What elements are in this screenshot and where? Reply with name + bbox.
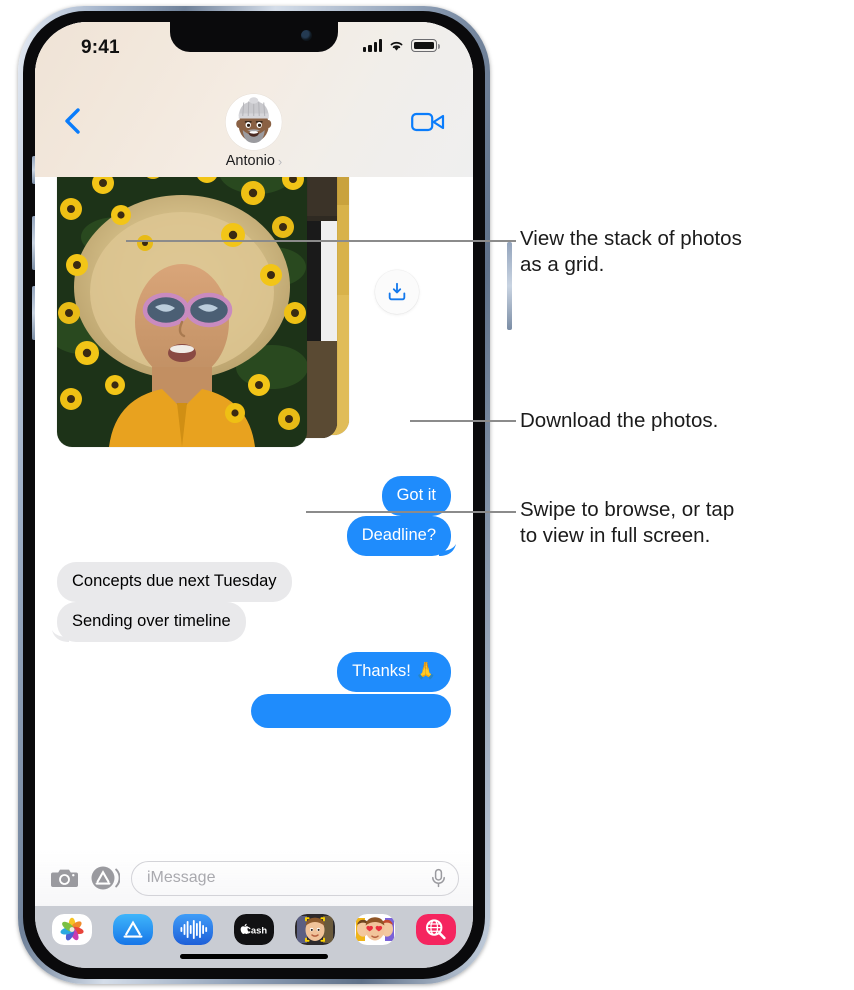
back-button[interactable] (60, 106, 86, 136)
callout-3-line-1: Swipe to browse, or tap (520, 498, 735, 521)
imessage-input[interactable]: iMessage (131, 860, 459, 896)
message-text: Thanks! 🙏 (352, 662, 436, 680)
download-to-tray-icon (388, 282, 406, 301)
iphone-device-frame: The client sent these over 4 Photos (18, 6, 512, 984)
message-text: Concepts due next Tuesday (72, 572, 277, 590)
facetime-button[interactable] (411, 110, 445, 134)
avatar (226, 94, 282, 150)
audio-message-app-icon[interactable] (173, 914, 214, 945)
message-bubble-partial-bottom[interactable] (251, 694, 451, 728)
message-bubble-outgoing[interactable]: Got it (381, 476, 451, 516)
contact-name-row: Antonio › (226, 153, 283, 169)
bubble-tail-icon (52, 629, 69, 642)
app-store-app-icon[interactable] (112, 914, 153, 945)
callout-1-line-1: View the stack of photos (520, 227, 742, 250)
message-text: Sending over timeline (72, 612, 231, 630)
callout-leader-line-1 (126, 240, 516, 242)
device-bezel: The client sent these over 4 Photos (23, 11, 485, 979)
memoji-avatar (226, 94, 282, 150)
callout-3-line-2: to view in full screen. (520, 524, 711, 548)
message-bubble-incoming[interactable]: Sending over timeline (52, 602, 246, 642)
chevron-right-icon: › (277, 153, 283, 169)
callout-leader-line-2 (410, 420, 516, 422)
message-text: Deadline? (361, 526, 436, 544)
photos-app-icon[interactable] (52, 914, 92, 945)
video-camera-icon (411, 112, 445, 132)
microphone-icon[interactable] (431, 868, 446, 888)
home-indicator (180, 954, 328, 959)
callout-1-line-2: as a grid. (520, 253, 605, 277)
memoji-stickers-app-icon[interactable] (355, 914, 396, 945)
message-text: Got it (396, 486, 436, 504)
message-bubble-outgoing[interactable]: Deadline? (346, 516, 456, 556)
callout-2-line-1: Download the photos. (520, 409, 719, 432)
callout-1: View the stack of photos as a grid. (520, 226, 850, 278)
contact-name: Antonio (225, 153, 275, 169)
callout-leader-line-3 (306, 511, 516, 513)
images-search-app-icon[interactable] (415, 914, 456, 945)
bubble-tail-icon (439, 543, 456, 556)
imessage-apps-button[interactable] (90, 863, 120, 893)
imessage-placeholder: iMessage (147, 869, 216, 886)
callout-2: Download the photos. (520, 408, 850, 434)
camera-button[interactable] (49, 863, 79, 893)
app-store-imessage-icon (91, 866, 120, 890)
device-screen: The client sent these over 4 Photos (35, 22, 473, 968)
message-bubble-incoming[interactable]: Concepts due next Tuesday (57, 562, 292, 602)
contact-details-button[interactable]: Antonio › (226, 94, 283, 169)
front-camera-icon (301, 30, 312, 41)
svg-text:Cash: Cash (244, 924, 267, 935)
callout-3: Swipe to browse, or tap to view in full … (520, 497, 854, 549)
message-bubble-outgoing[interactable]: Thanks! 🙏 (337, 652, 451, 692)
side-power-button[interactable] (507, 242, 512, 330)
screenshot-root: The client sent these over 4 Photos (0, 0, 854, 990)
message-input-bar: iMessage (35, 850, 473, 906)
device-notch (170, 22, 338, 52)
memoji-app-icon[interactable] (294, 914, 335, 945)
apple-cash-app-icon[interactable]: Cash (233, 914, 274, 945)
camera-icon (50, 869, 78, 887)
download-photos-button[interactable] (375, 270, 419, 314)
back-chevron-icon (65, 108, 80, 134)
